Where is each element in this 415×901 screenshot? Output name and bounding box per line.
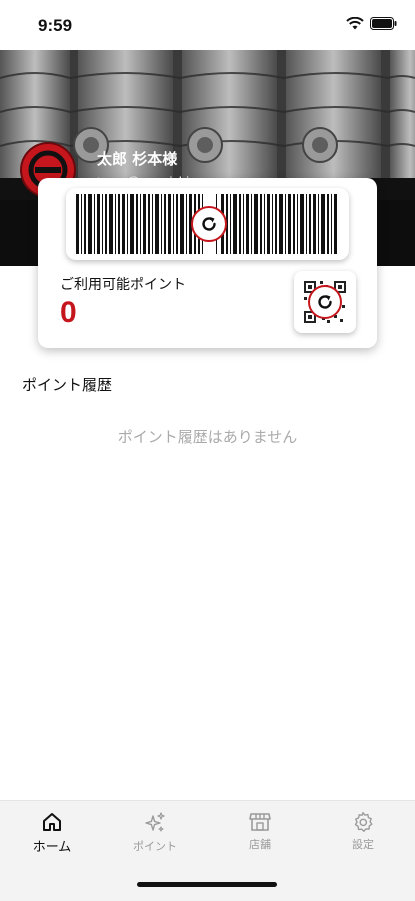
tab-store-label: 店舗 xyxy=(249,838,271,851)
history-title: ポイント履歴 xyxy=(22,376,113,394)
qr-code[interactable] xyxy=(294,271,356,333)
gear-icon xyxy=(354,811,373,832)
home-indicator xyxy=(137,882,277,887)
refresh-icon xyxy=(202,217,216,231)
refresh-icon xyxy=(318,295,332,309)
sparkles-icon xyxy=(145,812,165,832)
membership-card: ご利用可能ポイント 0 xyxy=(38,178,377,348)
battery-icon xyxy=(370,17,397,30)
status-icons xyxy=(346,17,397,30)
tab-home-label: ホーム xyxy=(32,840,72,855)
tab-settings-label: 設定 xyxy=(352,838,374,851)
history-empty-message: ポイント履歴はありません xyxy=(117,428,298,446)
points-label: ご利用可能ポイント xyxy=(60,277,186,293)
user-name: 太郎 杉本様 xyxy=(97,150,178,168)
tab-settings[interactable]: 設定 xyxy=(313,811,413,852)
tab-points[interactable]: ポイント xyxy=(105,811,205,854)
status-bar: 9:59 xyxy=(0,0,415,50)
points-value: 0 xyxy=(60,296,77,329)
wifi-icon xyxy=(346,17,364,30)
barcode-refresh-button[interactable] xyxy=(191,206,227,242)
status-time: 9:59 xyxy=(38,16,73,35)
tab-points-label: ポイント xyxy=(133,840,177,853)
tab-store[interactable]: 店舗 xyxy=(210,811,310,852)
barcode[interactable] xyxy=(66,188,349,260)
tab-home[interactable]: ホーム xyxy=(2,811,102,855)
qr-refresh-button[interactable] xyxy=(308,285,342,319)
store-icon xyxy=(249,813,271,831)
home-icon xyxy=(43,813,61,831)
